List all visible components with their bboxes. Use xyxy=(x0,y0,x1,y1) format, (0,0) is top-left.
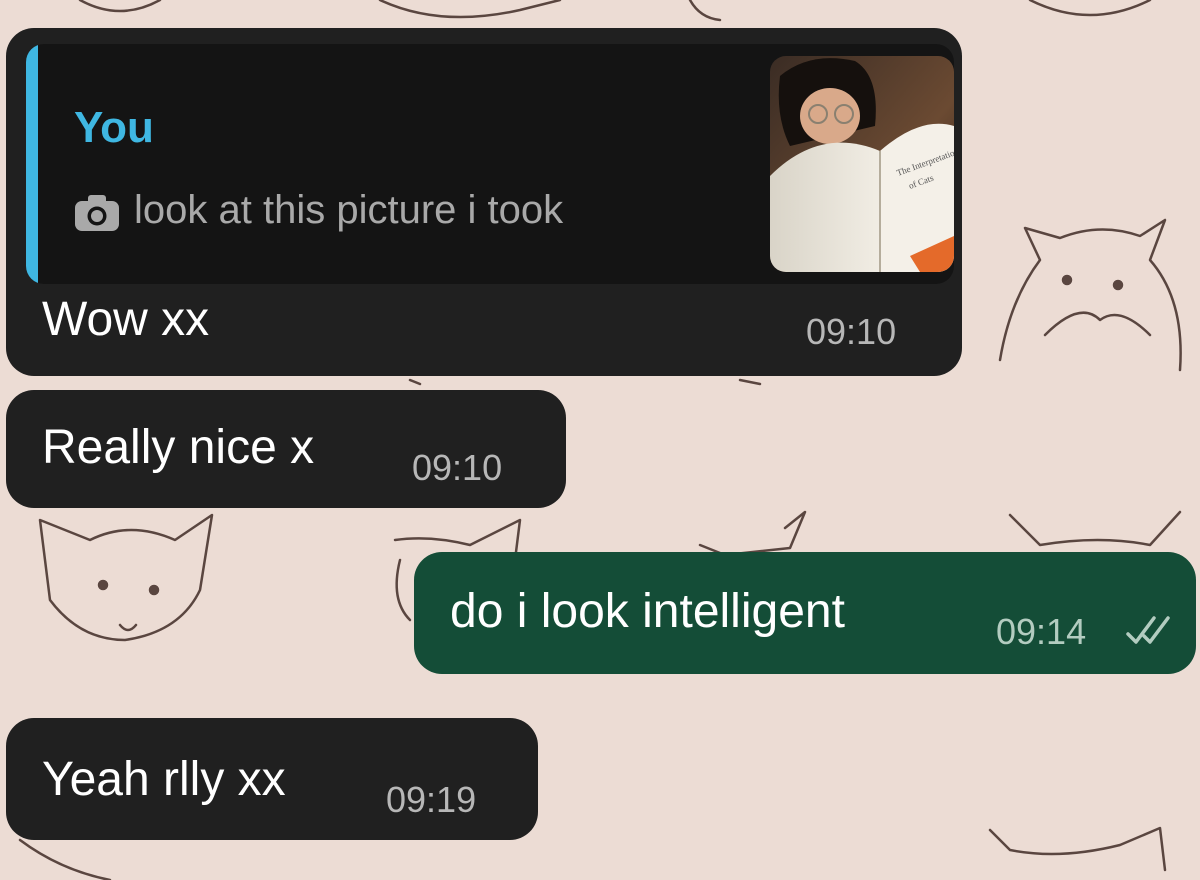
photo-thumbnail-image: The Interpretation of Cats xyxy=(770,56,954,272)
message-text: Yeah rlly xx xyxy=(42,753,286,806)
message-text: do i look intelligent xyxy=(450,585,845,638)
quoted-reply[interactable]: You look at this picture i took The Inte… xyxy=(26,44,954,284)
message-time: 09:14 xyxy=(996,611,1087,652)
reply-accent-bar xyxy=(26,44,38,284)
reply-author: You xyxy=(74,103,154,152)
camera-icon xyxy=(75,195,119,231)
reply-text: look at this picture i took xyxy=(134,188,564,232)
message-time: 09:10 xyxy=(806,311,897,352)
message-time: 09:19 xyxy=(386,779,477,820)
message-text: Really nice x xyxy=(42,421,315,474)
message-bubble-outgoing[interactable]: do i look intelligent 09:14 xyxy=(414,552,1196,674)
message-text: Wow xx xyxy=(42,293,210,346)
message-time: 09:10 xyxy=(412,447,503,488)
message-bubble-incoming[interactable]: Really nice x 09:10 xyxy=(6,390,566,508)
message-bubble-incoming[interactable]: You look at this picture i took The Inte… xyxy=(6,28,962,376)
message-bubble-incoming[interactable]: Yeah rlly xx 09:19 xyxy=(6,718,538,840)
double-check-icon xyxy=(1126,616,1170,644)
reply-photo-thumbnail[interactable]: The Interpretation of Cats xyxy=(770,56,954,272)
